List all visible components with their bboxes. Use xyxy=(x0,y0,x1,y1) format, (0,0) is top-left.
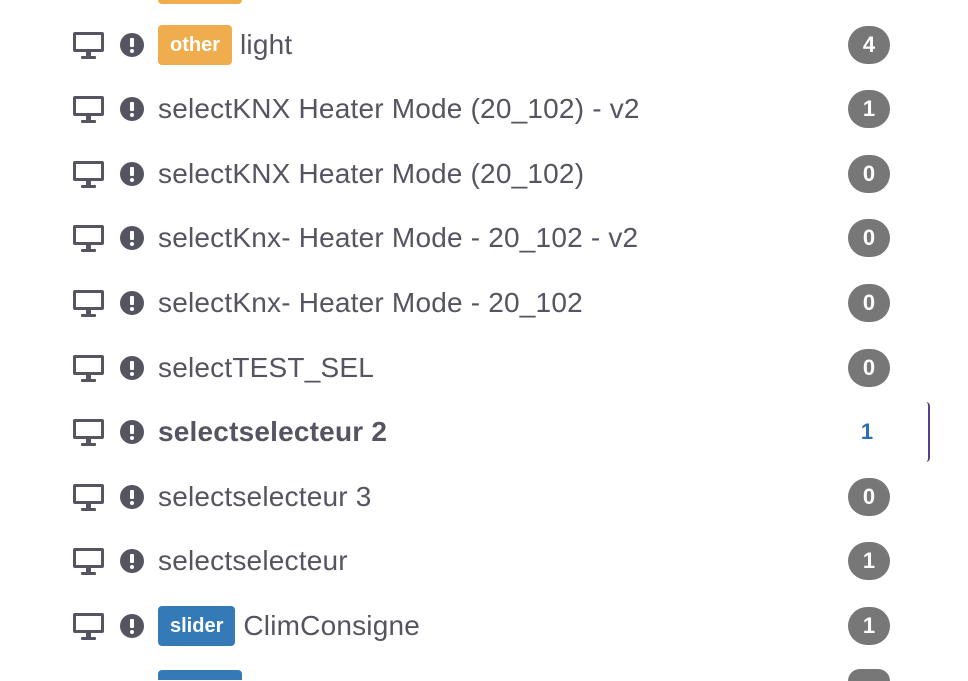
item-name[interactable]: light xyxy=(240,28,292,62)
exclamation-circle-icon xyxy=(120,614,144,638)
list-item[interactable]: selectKNX Heater Mode (20_102) - v2 1 xyxy=(0,77,930,141)
list-item[interactable]: selectKnx- Heater Mode - 20_102 - v2 0 xyxy=(0,206,930,270)
desktop-monitor-icon xyxy=(73,225,104,252)
item-content: slider ClimConsigne xyxy=(158,606,420,646)
item-content: selectselecteur 2 xyxy=(158,415,387,449)
item-content: selectKNX Heater Mode (20_102) xyxy=(158,157,584,191)
item-content: selectselecteur 3 xyxy=(158,480,372,514)
desktop-monitor-icon xyxy=(73,290,104,317)
tag-label[interactable]: slider xyxy=(158,606,236,646)
list-item[interactable]: selectselecteur 1 xyxy=(0,529,930,593)
desktop-monitor-icon xyxy=(73,419,104,446)
item-name[interactable]: selectKnx- Heater Mode - 20_102 xyxy=(158,286,583,320)
count-badge: 0 xyxy=(848,478,890,516)
desktop-monitor-icon xyxy=(73,613,104,640)
count-badge: 0 xyxy=(848,349,890,387)
item-name[interactable]: selectKnx- Heater Mode - 20_102 - v2 xyxy=(158,221,638,255)
exclamation-circle-icon xyxy=(120,97,144,121)
item-name[interactable]: selectselecteur 3 xyxy=(158,480,372,514)
item-name[interactable]: ClimConsigne xyxy=(243,609,420,643)
desktop-monitor-icon xyxy=(73,96,104,123)
item-content: selectKnx- Heater Mode - 20_102 - v2 xyxy=(158,221,638,255)
exclamation-circle-icon xyxy=(120,356,144,380)
desktop-monitor-icon xyxy=(73,484,104,511)
count-badge: 1 xyxy=(860,419,874,444)
exclamation-circle-icon xyxy=(120,420,144,444)
item-content: selectKNX Heater Mode (20_102) - v2 xyxy=(158,92,640,126)
item-content: selectselecteur xyxy=(158,544,348,578)
partial-badge-bottom xyxy=(848,669,890,681)
count-badge: 0 xyxy=(848,219,890,257)
list-item[interactable]: slider ClimConsigne 1 xyxy=(0,594,930,658)
list-item[interactable]: selectKNX Heater Mode (20_102) 0 xyxy=(0,142,930,206)
list-item[interactable]: other light 4 xyxy=(0,13,930,77)
list-item[interactable]: selectselecteur 3 0 xyxy=(0,465,930,529)
count-badge: 0 xyxy=(848,155,890,193)
desktop-monitor-icon xyxy=(73,161,104,188)
exclamation-circle-icon xyxy=(120,162,144,186)
exclamation-circle-icon xyxy=(120,485,144,509)
item-content: selectKnx- Heater Mode - 20_102 xyxy=(158,286,583,320)
partial-tag-top xyxy=(158,0,242,4)
item-content: selectTEST_SEL xyxy=(158,351,374,385)
item-name[interactable]: selectselecteur 2 xyxy=(158,415,387,449)
count-badge: 1 xyxy=(848,90,890,128)
tag-label[interactable]: other xyxy=(158,25,232,65)
list-item[interactable]: selectKnx- Heater Mode - 20_102 0 xyxy=(0,271,930,335)
item-name[interactable]: selectTEST_SEL xyxy=(158,351,374,385)
desktop-monitor-icon xyxy=(73,355,104,382)
item-content: other light xyxy=(158,25,292,65)
list-item-active[interactable]: selectselecteur 2 1 xyxy=(0,400,930,464)
item-name[interactable]: selectselecteur xyxy=(158,544,348,578)
item-name[interactable]: selectKNX Heater Mode (20_102) - v2 xyxy=(158,92,640,126)
exclamation-circle-icon xyxy=(120,33,144,57)
count-badge: 1 xyxy=(848,607,890,645)
equipment-list: other light 4 selectKNX Heater Mode (20_… xyxy=(0,0,968,681)
exclamation-circle-icon xyxy=(120,549,144,573)
count-badge: 0 xyxy=(848,284,890,322)
desktop-monitor-icon xyxy=(73,32,104,59)
exclamation-circle-icon xyxy=(120,226,144,250)
exclamation-circle-icon xyxy=(120,291,144,315)
item-name[interactable]: selectKNX Heater Mode (20_102) xyxy=(158,157,584,191)
active-row-indicator xyxy=(926,402,930,462)
count-badge: 1 xyxy=(848,542,890,580)
desktop-monitor-icon xyxy=(73,548,104,575)
count-badge: 4 xyxy=(848,26,890,64)
list-item[interactable]: selectTEST_SEL 0 xyxy=(0,336,930,400)
partial-tag-bottom xyxy=(158,670,242,680)
